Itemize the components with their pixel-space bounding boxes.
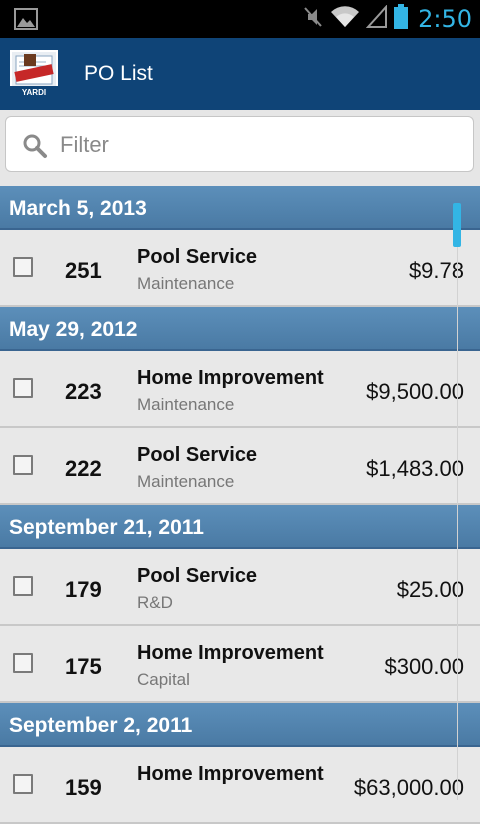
row-checkbox[interactable] — [13, 455, 33, 475]
po-title: Home Improvement — [137, 763, 324, 785]
row-checkbox[interactable] — [13, 257, 33, 277]
battery-icon — [394, 3, 409, 35]
po-title: Pool Service — [137, 246, 258, 268]
po-row[interactable]: 223 Home Improvement Maintenance $9,500.00 — [0, 351, 480, 428]
po-row[interactable]: 222 Pool Service Maintenance $1,483.00 — [0, 428, 480, 505]
po-row[interactable]: 251 Pool Service Maintenance $9.78 — [0, 230, 480, 307]
scroll-track — [457, 230, 458, 800]
row-checkbox[interactable] — [13, 653, 33, 673]
svg-text:YARDI: YARDI — [22, 88, 46, 97]
po-title: Pool Service — [137, 444, 258, 466]
po-amount: $25.00 — [396, 577, 464, 602]
filter-input[interactable] — [58, 129, 462, 161]
section-header: March 5, 2013 — [0, 186, 480, 230]
po-category: Capital — [137, 670, 190, 689]
section-header: May 29, 2012 — [0, 307, 480, 351]
po-number: 223 — [65, 379, 102, 404]
po-amount: $9,500.00 — [366, 379, 464, 404]
po-category: Maintenance — [137, 472, 235, 491]
filter-box[interactable] — [5, 116, 474, 172]
section-header: September 21, 2011 — [0, 505, 480, 549]
scroll-indicator[interactable] — [453, 203, 461, 247]
po-amount: $9.78 — [408, 258, 464, 283]
po-amount: $63,000.00 — [353, 775, 464, 800]
po-title: Home Improvement — [137, 367, 324, 389]
po-number: 179 — [65, 577, 102, 602]
picture-icon — [14, 8, 38, 35]
po-row[interactable]: 175 Home Improvement Capital $300.00 — [0, 626, 480, 703]
mute-icon — [302, 5, 324, 34]
po-title: Pool Service — [137, 565, 258, 587]
po-category: R&D — [137, 593, 173, 612]
clock: 2:50 — [418, 5, 472, 33]
po-number: 175 — [65, 654, 102, 679]
po-row[interactable]: 179 Pool Service R&D $25.00 — [0, 549, 480, 626]
app-logo-icon[interactable]: YARDI — [10, 50, 58, 98]
po-amount: $300.00 — [384, 654, 464, 679]
search-icon — [22, 133, 48, 164]
row-checkbox[interactable] — [13, 576, 33, 596]
page-title: PO List — [84, 62, 153, 85]
po-row[interactable]: 159 Home Improvement $63,000.00 — [0, 747, 480, 824]
po-category: Maintenance — [137, 395, 235, 414]
filter-area — [0, 110, 480, 186]
row-checkbox[interactable] — [13, 378, 33, 398]
po-number: 251 — [65, 258, 102, 283]
status-icons: 2:50 — [302, 0, 472, 38]
po-amount: $1,483.00 — [366, 456, 464, 481]
po-category: Maintenance — [137, 274, 235, 293]
signal-icon — [365, 3, 388, 34]
po-number: 159 — [65, 775, 102, 800]
app-bar: YARDI PO List — [0, 38, 480, 110]
row-checkbox[interactable] — [13, 774, 33, 794]
po-list: March 5, 2013 251 Pool Service Maintenance $… — [0, 186, 480, 824]
wifi-icon — [330, 5, 360, 34]
section-header: September 2, 2011 — [0, 703, 480, 747]
po-number: 222 — [65, 456, 102, 481]
status-bar: 2:50 — [0, 0, 480, 38]
po-title: Home Improvement — [137, 642, 324, 664]
